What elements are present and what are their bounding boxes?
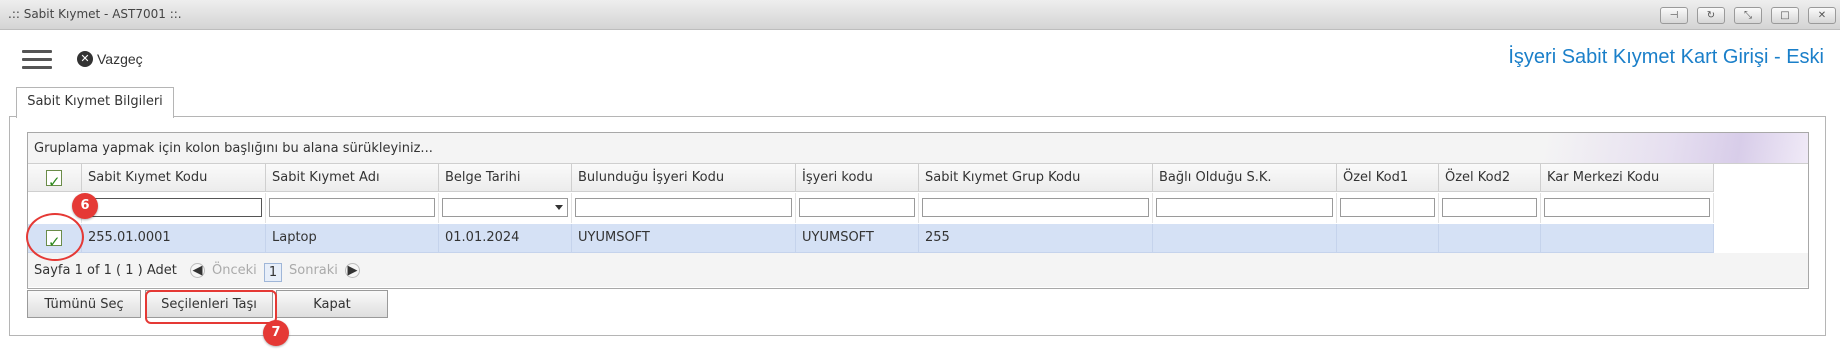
pager-prev[interactable]: Önceki [212,263,257,278]
filter-belge-tarihi [439,193,572,223]
close-circle-icon: ✕ [77,51,93,67]
chevron-right-icon[interactable]: ▶ [345,263,360,278]
pin-icon[interactable]: ⊣ [1660,7,1688,24]
cancel-button-label: Vazgeç [97,51,143,67]
filter-sabit-kiymet-kodu [82,193,266,223]
cancel-button[interactable]: ✕ Vazgeç [77,51,143,69]
group-by-area[interactable]: Gruplama yapmak için kolon başlığını bu … [28,133,1808,164]
column-header-kar-merkezi-kodu[interactable]: Kar Merkezi Kodu [1541,164,1714,192]
filter-input-isyeri-kodu[interactable] [799,198,915,217]
filter-ozel-kod2 [1439,193,1541,223]
filter-kar-merkezi-kodu [1541,193,1714,223]
column-header-sabit-kiymet-grup-kodu[interactable]: Sabit Kıymet Grup Kodu [919,164,1153,192]
refresh-icon[interactable]: ↻ [1697,7,1725,24]
filter-input-bagli-oldugu-sk[interactable] [1156,198,1333,217]
filter-input-sabit-kiymet-adi[interactable] [269,198,435,217]
column-header-sabit-kiymet-adi[interactable]: Sabit Kıymet Adı [266,164,439,192]
table-row[interactable]: 255.01.0001 Laptop 01.01.2024 UYUMSOFT U… [28,224,1714,256]
column-header-bulundugu-isyeri-kodu[interactable]: Bulunduğu İşyeri Kodu [572,164,796,192]
hamburger-menu-icon[interactable] [22,50,52,70]
cell-ozel-kod2 [1439,224,1541,252]
filter-bagli-oldugu-sk [1153,193,1337,223]
column-header-sabit-kiymet-kodu[interactable]: Sabit Kıymet Kodu [82,164,266,192]
filter-select-belge-tarihi[interactable] [442,198,568,217]
close-button[interactable]: Kapat [276,290,388,318]
filter-bulundugu-isyeri-kodu [572,193,796,223]
filter-sabit-kiymet-adi [266,193,439,223]
window-titlebar: .:: Sabit Kıymet - AST7001 ::. ⊣ ↻ ⤡ □ ✕ [0,0,1840,30]
annotation-badge-7: 7 [263,320,289,346]
close-icon[interactable]: ✕ [1808,7,1836,24]
filter-input-kar-merkezi-kodu[interactable] [1544,198,1710,217]
cell-bagli-oldugu-sk [1153,224,1337,252]
chevron-down-icon[interactable] [555,205,563,210]
column-header-bagli-oldugu-sk[interactable]: Bağlı Olduğu S.K. [1153,164,1337,192]
filter-sabit-kiymet-grup-kodu [919,193,1153,223]
filter-input-ozel-kod2[interactable] [1442,198,1537,217]
restore-icon[interactable]: ⤡ [1734,7,1762,24]
annotation-badge-6: 6 [72,193,98,219]
filter-input-sabit-kiymet-kodu[interactable] [85,198,262,217]
cell-sabit-kiymet-grup-kodu: 255 [919,224,1153,252]
select-all-header[interactable] [28,164,82,196]
column-header-ozel-kod1[interactable]: Özel Kod1 [1337,164,1439,192]
tab-sabit-kiymet-bilgileri[interactable]: Sabit Kıymet Bilgileri [16,87,174,118]
annotation-circle-6 [26,213,84,261]
pager-current-page[interactable]: 1 [264,263,282,282]
cell-sabit-kiymet-adi: Laptop [266,224,439,252]
group-by-hint: Gruplama yapmak için kolon başlığını bu … [34,141,433,156]
column-header-ozel-kod2[interactable]: Özel Kod2 [1439,164,1541,192]
cell-ozel-kod1 [1337,224,1439,252]
data-grid: Gruplama yapmak için kolon başlığını bu … [27,132,1809,289]
filter-input-sabit-kiymet-grup-kodu[interactable] [922,198,1149,217]
filter-isyeri-kodu [796,193,919,223]
column-header-isyeri-kodu[interactable]: İşyeri kodu [796,164,919,192]
filter-ozel-kod1 [1337,193,1439,223]
filter-input-ozel-kod1[interactable] [1340,198,1435,217]
cell-bulundugu-isyeri-kodu: UYUMSOFT [572,224,796,252]
annotation-rect-7 [145,290,277,324]
column-header-belge-tarihi[interactable]: Belge Tarihi [439,164,572,192]
pager-next[interactable]: Sonraki [289,263,338,278]
pager: Sayfa 1 of 1 ( 1 ) Adet ◀ Önceki 1 Sonra… [28,253,1808,287]
page-title: İşyeri Sabit Kıymet Kart Girişi - Eski [1508,46,1824,68]
select-all-button[interactable]: Tümünü Seç [27,290,141,318]
toolbar: ✕ Vazgeç İşyeri Sabit Kıymet Kart Girişi … [0,30,1840,86]
cell-belge-tarihi: 01.01.2024 [439,224,572,252]
maximize-icon[interactable]: □ [1771,7,1799,24]
window-title: .:: Sabit Kıymet - AST7001 ::. [8,7,182,21]
cell-sabit-kiymet-kodu: 255.01.0001 [82,224,266,252]
pager-summary: Sayfa 1 of 1 ( 1 ) Adet [34,263,177,278]
cell-isyeri-kodu: UYUMSOFT [796,224,919,252]
filter-input-bulundugu-isyeri-kodu[interactable] [575,198,792,217]
select-all-checkbox[interactable] [46,168,62,196]
cell-kar-merkezi-kodu [1541,224,1714,252]
chevron-left-icon[interactable]: ◀ [190,263,205,278]
